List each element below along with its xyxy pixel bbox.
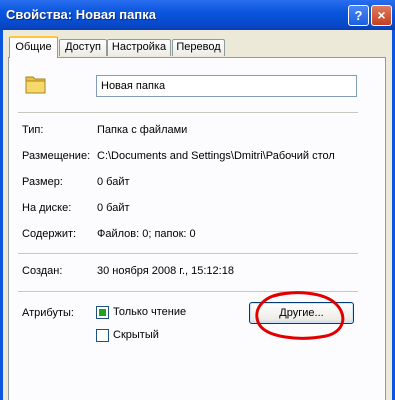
separator	[18, 112, 358, 114]
title-bar[interactable]: Свойства: Новая папка ? ×	[0, 0, 395, 30]
size-value: 0 байт	[97, 176, 130, 188]
readonly-label[interactable]: Только чтение	[113, 306, 186, 318]
red-annotation-circle	[255, 291, 345, 340]
location-label: Размещение:	[22, 150, 91, 162]
hidden-label[interactable]: Скрытый	[113, 329, 159, 341]
location-value: C:\Documents and Settings\Dmitri\Рабочий…	[97, 150, 335, 162]
separator	[18, 253, 358, 255]
size-label: Размер:	[22, 176, 63, 188]
size-on-disk-value: 0 байт	[97, 202, 130, 214]
type-label: Тип:	[22, 124, 44, 136]
created-label: Создан:	[22, 265, 63, 277]
tab-general[interactable]: Общие	[9, 36, 58, 58]
window-border-left	[0, 30, 3, 400]
type-value: Папка с файлами	[97, 124, 188, 136]
close-button[interactable]: ×	[371, 5, 392, 26]
tab-sharing[interactable]: Доступ	[59, 39, 107, 56]
contains-label: Содержит:	[22, 228, 77, 240]
tab-translate[interactable]: Перевод	[172, 39, 225, 56]
contains-value: Файлов: 0; папок: 0	[97, 228, 196, 240]
help-button[interactable]: ?	[348, 5, 369, 26]
readonly-checkbox[interactable]	[96, 306, 109, 319]
folder-name-input[interactable]: Новая папка	[96, 75, 357, 97]
hidden-checkbox[interactable]	[96, 329, 109, 342]
window-title: Свойства: Новая папка	[6, 7, 156, 22]
attributes-label: Атрибуты:	[22, 307, 74, 319]
size-on-disk-label: На диске:	[22, 202, 72, 214]
tab-customize[interactable]: Настройка	[107, 39, 171, 56]
folder-icon	[25, 76, 46, 94]
created-value: 30 ноября 2008 г., 15:12:18	[97, 265, 234, 277]
